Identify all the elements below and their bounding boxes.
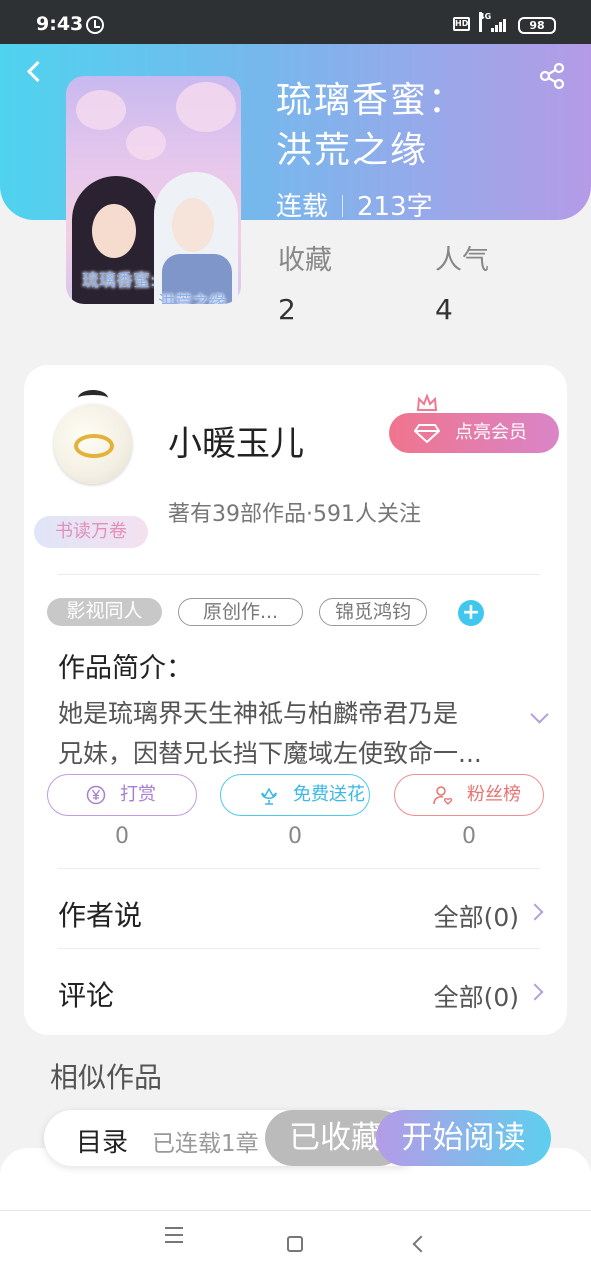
intro-heading: 作品简介：: [58, 653, 193, 684]
fan-ranking-button[interactable]: 粉丝榜: [394, 774, 544, 816]
chevron-right-icon[interactable]: [529, 985, 543, 999]
fan-count: 0: [462, 824, 476, 849]
tip-count: 0: [115, 824, 129, 849]
chevron-down-icon[interactable]: [530, 708, 548, 726]
add-tag-icon[interactable]: +: [458, 600, 484, 626]
divider: [58, 868, 540, 869]
crown-icon: [416, 394, 438, 411]
book-meta: 连载 213字: [276, 186, 433, 223]
tag-item[interactable]: 原创作...: [178, 598, 303, 626]
reader-level-badge: 书读万卷: [34, 516, 148, 548]
author-stats: 著有39部作品·591人关注: [168, 502, 421, 527]
flower-icon: [261, 787, 277, 805]
divider: [58, 574, 540, 575]
book-cover[interactable]: 琉璃香蜜: 洪荒之缘: [66, 76, 241, 304]
author-says-value[interactable]: 全部(0): [434, 898, 519, 934]
cover-caption: 琉璃香蜜: 洪荒之缘: [82, 271, 226, 304]
comments-value[interactable]: 全部(0): [434, 978, 519, 1014]
menu-icon[interactable]: [165, 1227, 183, 1243]
flower-count: 0: [288, 824, 302, 849]
book-title: 琉璃香蜜： 洪荒之缘: [276, 80, 467, 171]
diamond-icon: [414, 424, 440, 443]
divider: [58, 948, 540, 949]
toc-button[interactable]: 目录: [76, 1122, 128, 1159]
start-reading-button[interactable]: 开始阅读: [376, 1110, 551, 1166]
signal-icon: 4G: [479, 12, 509, 32]
send-flower-button[interactable]: 免费送花: [220, 774, 370, 816]
hd-icon: HD: [453, 17, 470, 31]
toc-status: 已连载1章: [152, 1131, 259, 1157]
author-name[interactable]: 小暖玉儿: [168, 416, 304, 465]
intro-text[interactable]: 她是琉璃界天生神祗与柏麟帝君乃是 兄妹，因替兄长挡下魔域左使致命一...: [58, 694, 518, 774]
popularity-stat: 人气 4: [435, 245, 489, 326]
home-icon[interactable]: [287, 1236, 303, 1252]
chevron-right-icon[interactable]: [529, 905, 543, 919]
yen-circle-icon: [86, 785, 106, 805]
user-heart-icon: [433, 786, 453, 805]
tag-item[interactable]: 锦觅鸿钧: [319, 598, 427, 626]
book-status: 连载: [276, 192, 329, 222]
status-time: 9:43: [36, 13, 84, 35]
battery-icon: 98: [518, 17, 556, 34]
author-says-label[interactable]: 作者说: [58, 894, 142, 934]
word-count: 213字: [357, 192, 433, 222]
author-avatar[interactable]: [50, 390, 136, 494]
back-icon[interactable]: [24, 60, 48, 84]
favorites-stat: 收藏 2: [278, 245, 332, 326]
alarm-clock-icon: [86, 16, 104, 34]
tip-button[interactable]: 打赏: [47, 774, 197, 816]
tag-item[interactable]: 影视同人: [47, 598, 162, 626]
similar-works-heading: 相似作品: [50, 1061, 163, 1094]
comments-label[interactable]: 评论: [58, 974, 114, 1014]
status-bar: 9:43 HD 4G 98: [0, 0, 591, 44]
